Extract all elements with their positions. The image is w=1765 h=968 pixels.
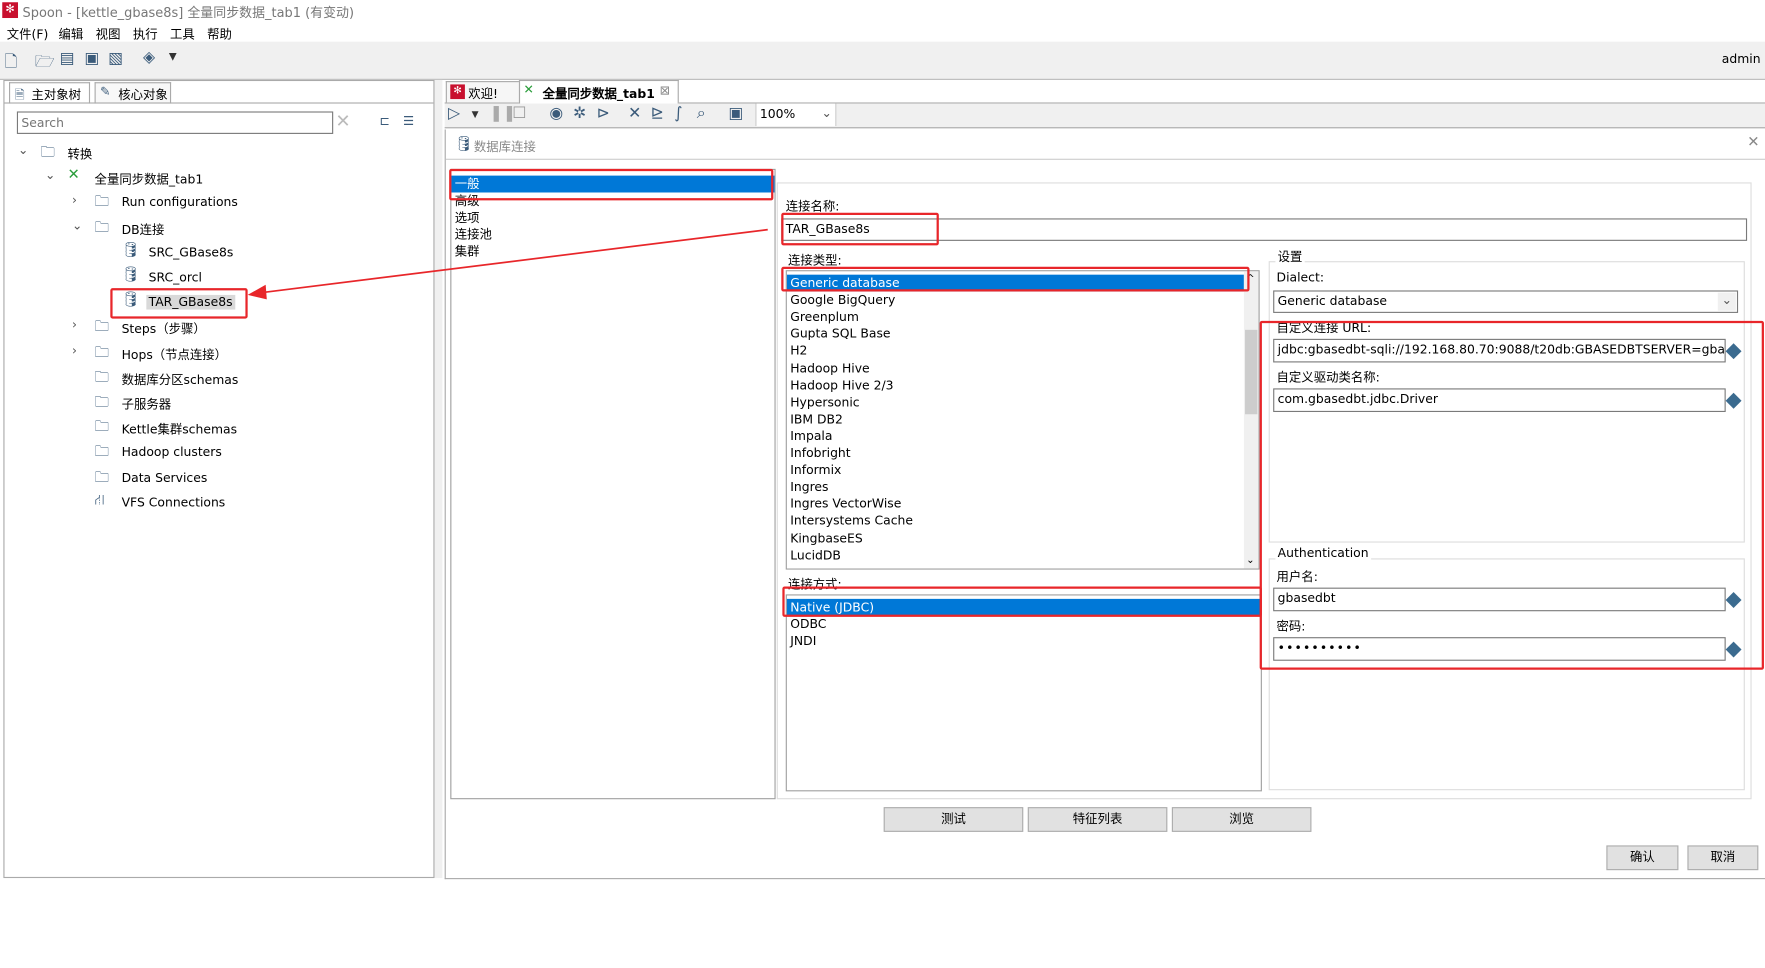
annotation-arrow bbox=[247, 228, 768, 300]
spoon-window: ✻ Spoon - [kettle_gbase8s] 全量同步数据_tab1 (… bbox=[0, 0, 1765, 968]
